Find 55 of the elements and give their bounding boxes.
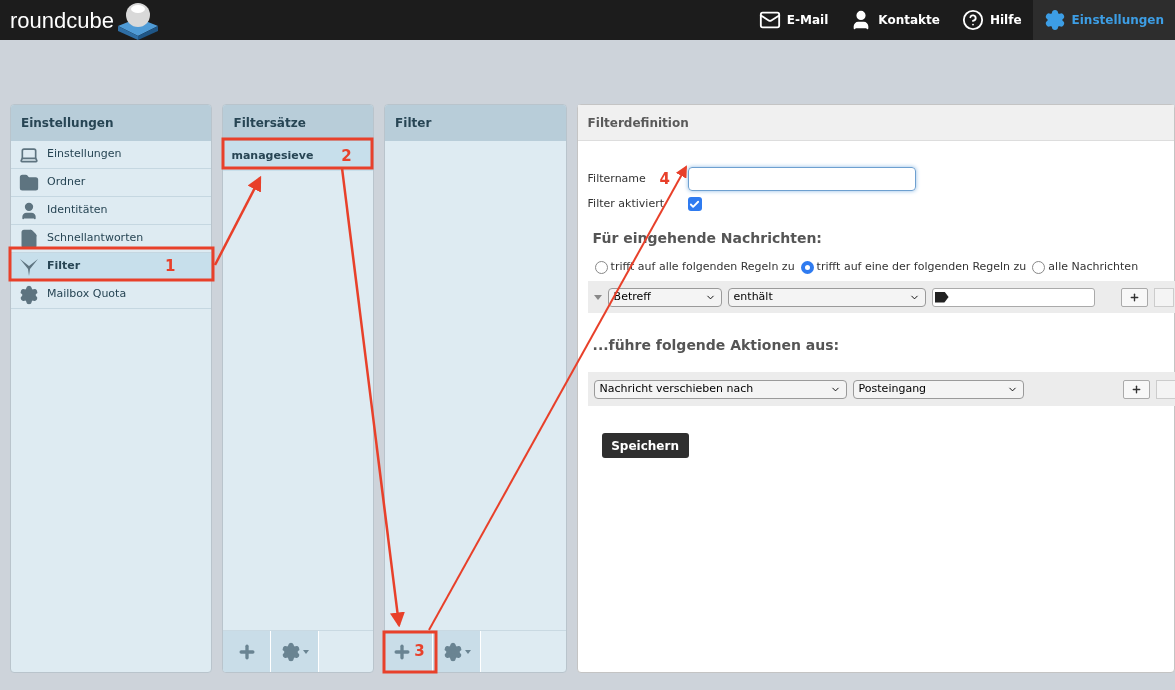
- radio-button[interactable]: [594, 260, 608, 274]
- radio-button[interactable]: [800, 260, 814, 274]
- help-icon: [961, 9, 984, 31]
- panel-header: Einstellungen: [11, 105, 212, 141]
- settings-menu-item[interactable]: Identitäten: [11, 197, 212, 225]
- file-icon: [19, 228, 39, 249]
- settings-icon: [1043, 9, 1066, 31]
- section-heading: ...führe folgende Aktionen aus:: [591, 336, 841, 355]
- caret-icon: [464, 649, 471, 654]
- nav-link[interactable]: Kontakte: [839, 0, 951, 40]
- dropdown[interactable]: Posteingang: [852, 379, 1024, 399]
- logo-text: roundcube: [10, 6, 114, 35]
- radio-option[interactable]: trifft auf eine der folgenden Regeln zu: [800, 258, 1027, 276]
- radio-option[interactable]: alle Nachrichten: [1032, 258, 1139, 276]
- caret-icon: [302, 649, 309, 654]
- callout-number: 2: [341, 145, 352, 167]
- field-label: Filter aktiviert: [587, 195, 665, 212]
- settings-icon: [19, 284, 39, 305]
- radio-button[interactable]: [1032, 260, 1046, 274]
- nav-link[interactable]: E-Mail: [747, 0, 840, 40]
- checkbox[interactable]: [687, 197, 702, 211]
- settings-menu-item[interactable]: Ordner: [11, 169, 212, 197]
- person-icon: [19, 200, 39, 221]
- dropdown[interactable]: Betreff: [607, 287, 722, 307]
- settings-menu-button[interactable]: [433, 631, 482, 672]
- settings-menu-button[interactable]: [271, 631, 320, 672]
- panel-header: Filtersätze: [223, 105, 374, 141]
- settings-menu-item[interactable]: Einstellungen: [11, 141, 212, 169]
- add-action-button[interactable]: [1122, 379, 1150, 399]
- settings-icon: [442, 641, 463, 662]
- dropdown[interactable]: enthält: [727, 287, 926, 307]
- add-rule-button[interactable]: [1120, 287, 1148, 307]
- dropdown[interactable]: Nachricht verschieben nach: [593, 379, 847, 399]
- save-button[interactable]: Speichern: [601, 433, 689, 458]
- tag-icon: [934, 291, 949, 303]
- plus-icon: [1130, 383, 1142, 395]
- panel-header: Filter: [385, 105, 566, 141]
- callout-number: 1: [165, 256, 176, 278]
- field-label: Filtername: [587, 170, 647, 187]
- callout-number: 4: [659, 169, 671, 188]
- highlight-frame: [382, 630, 438, 674]
- collapse-caret-icon: [593, 294, 602, 300]
- mail-icon: [758, 9, 781, 31]
- folder-icon: [19, 172, 39, 193]
- add-button[interactable]: [223, 631, 272, 672]
- panel-header: Filterdefinition: [577, 105, 1174, 141]
- filter-name-input[interactable]: [687, 167, 916, 191]
- callout-number: 3: [414, 641, 425, 663]
- settings-menu-item[interactable]: Filter 1: [11, 253, 212, 281]
- plus-icon: [1128, 291, 1140, 303]
- value-input[interactable]: [931, 287, 1095, 307]
- nav-link[interactable]: Hilfe: [950, 0, 1033, 40]
- settings-icon: [280, 641, 301, 662]
- nav-link[interactable]: Einstellungen: [1032, 0, 1175, 40]
- settings-menu-item[interactable]: Mailbox Quota: [11, 281, 212, 309]
